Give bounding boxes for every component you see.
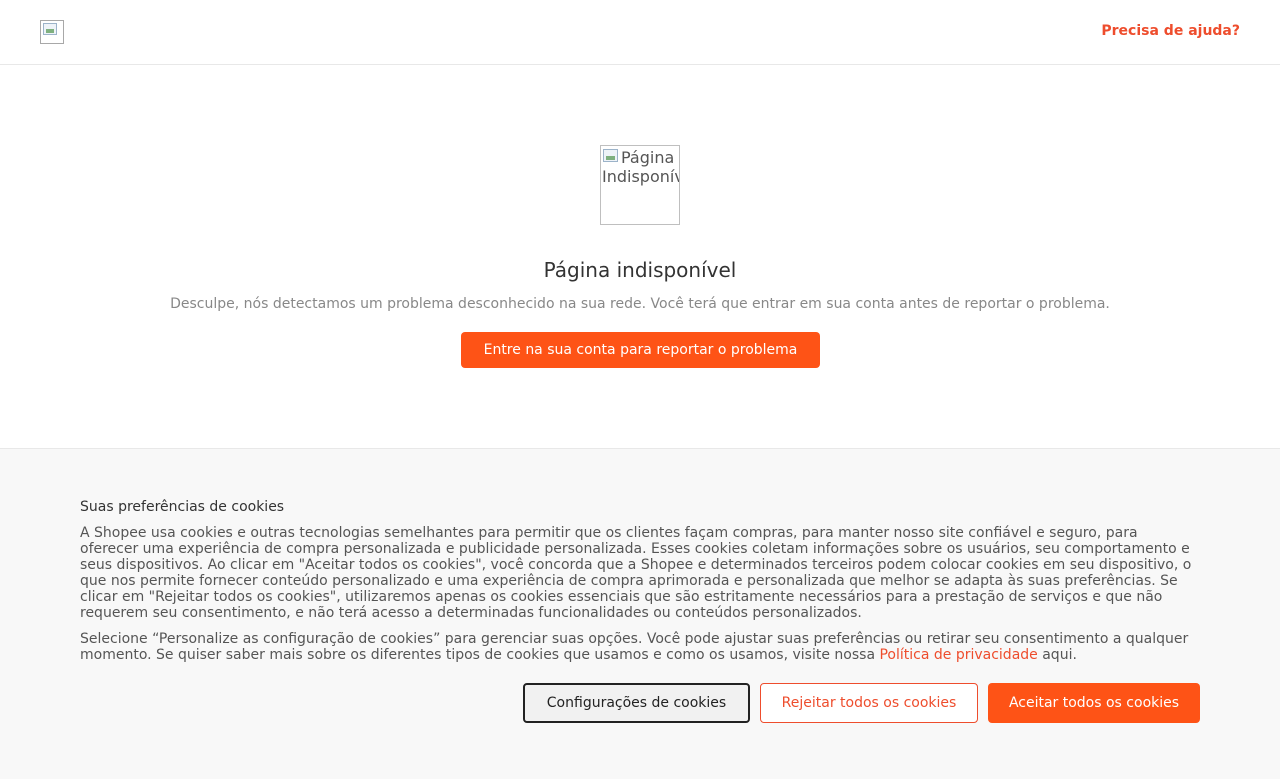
broken-image-icon — [43, 23, 57, 35]
main-content: Página Indisponível Página indisponível … — [0, 65, 1280, 449]
cookie-preferences-text: Selecione “Personalize as configuração d… — [80, 631, 1200, 663]
unavailable-page-image: Página Indisponível — [600, 145, 680, 225]
image-alt-text: Página Indisponível — [602, 148, 679, 186]
reject-all-cookies-button[interactable]: Rejeitar todos os cookies — [760, 683, 978, 723]
cookie-description: A Shopee usa cookies e outras tecnologia… — [80, 525, 1192, 621]
page-title: Página indisponível — [543, 258, 737, 282]
privacy-policy-link[interactable]: Política de privacidade — [879, 647, 1037, 663]
shopee-logo[interactable] — [40, 20, 64, 44]
accept-all-cookies-button[interactable]: Aceitar todos os cookies — [988, 683, 1200, 723]
help-link[interactable]: Precisa de ajuda? — [1101, 23, 1240, 39]
page-description: Desculpe, nós detectamos um problema des… — [170, 296, 1110, 312]
cookie-preferences-text-end: aqui. — [1037, 647, 1077, 663]
cookie-banner: Suas preferências de cookies A Shopee us… — [0, 449, 1280, 779]
login-to-report-button[interactable]: Entre na sua conta para reportar o probl… — [461, 332, 820, 368]
cookie-settings-button[interactable]: Configurações de cookies — [523, 683, 750, 723]
cookie-banner-title: Suas preferências de cookies — [80, 499, 285, 515]
header: Precisa de ajuda? — [0, 0, 1280, 65]
